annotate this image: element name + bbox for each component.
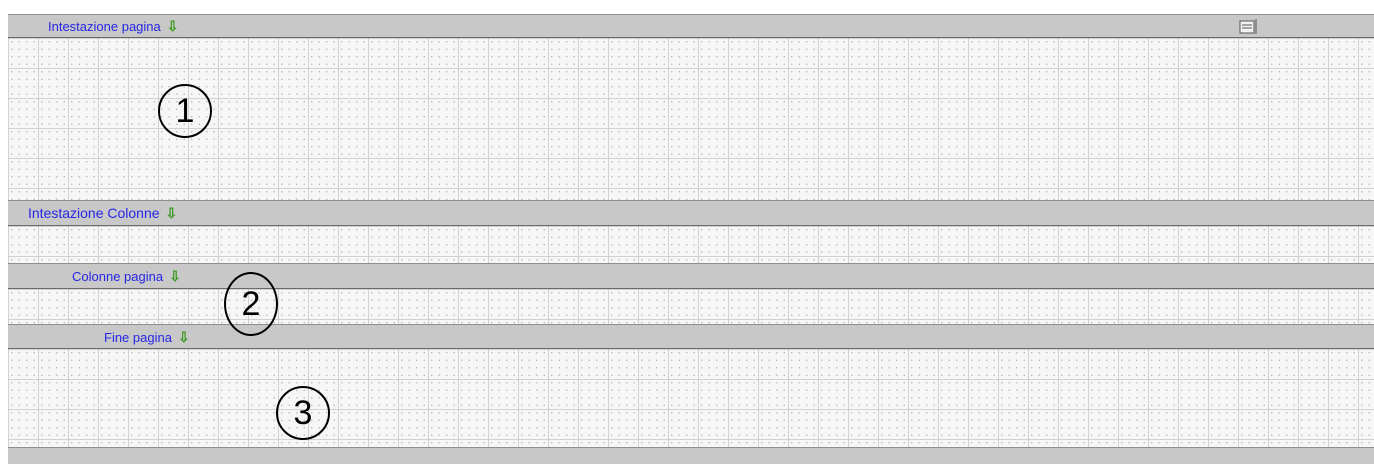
- band-page-header[interactable]: Intestazione pagina ⇩: [8, 14, 1374, 38]
- down-arrow-icon[interactable]: ⇩: [178, 329, 190, 345]
- section-page-header[interactable]: [8, 38, 1374, 200]
- section-column-header[interactable]: [8, 226, 1374, 263]
- marker-3: 3: [276, 386, 330, 440]
- band-page-footer-label: Fine pagina ⇩: [104, 329, 190, 345]
- down-arrow-icon[interactable]: ⇩: [169, 268, 181, 284]
- section-page-footer[interactable]: [8, 349, 1374, 447]
- down-arrow-icon[interactable]: ⇩: [167, 18, 179, 34]
- band-column-header[interactable]: Intestazione Colonne ⇩: [8, 200, 1374, 226]
- band-page-header-label: Intestazione pagina ⇩: [48, 18, 179, 34]
- band-bottom[interactable]: [8, 447, 1374, 464]
- section-page-columns[interactable]: [8, 289, 1374, 324]
- band-page-footer[interactable]: Fine pagina ⇩: [8, 324, 1374, 349]
- print-icon[interactable]: [1238, 17, 1258, 35]
- marker-2: 2: [224, 272, 278, 336]
- down-arrow-icon[interactable]: ⇩: [166, 205, 178, 221]
- marker-1: 1: [158, 84, 212, 138]
- band-page-columns-label: Colonne pagina ⇩: [72, 268, 181, 284]
- band-page-columns[interactable]: Colonne pagina ⇩: [8, 263, 1374, 289]
- band-column-header-label: Intestazione Colonne ⇩: [28, 205, 178, 221]
